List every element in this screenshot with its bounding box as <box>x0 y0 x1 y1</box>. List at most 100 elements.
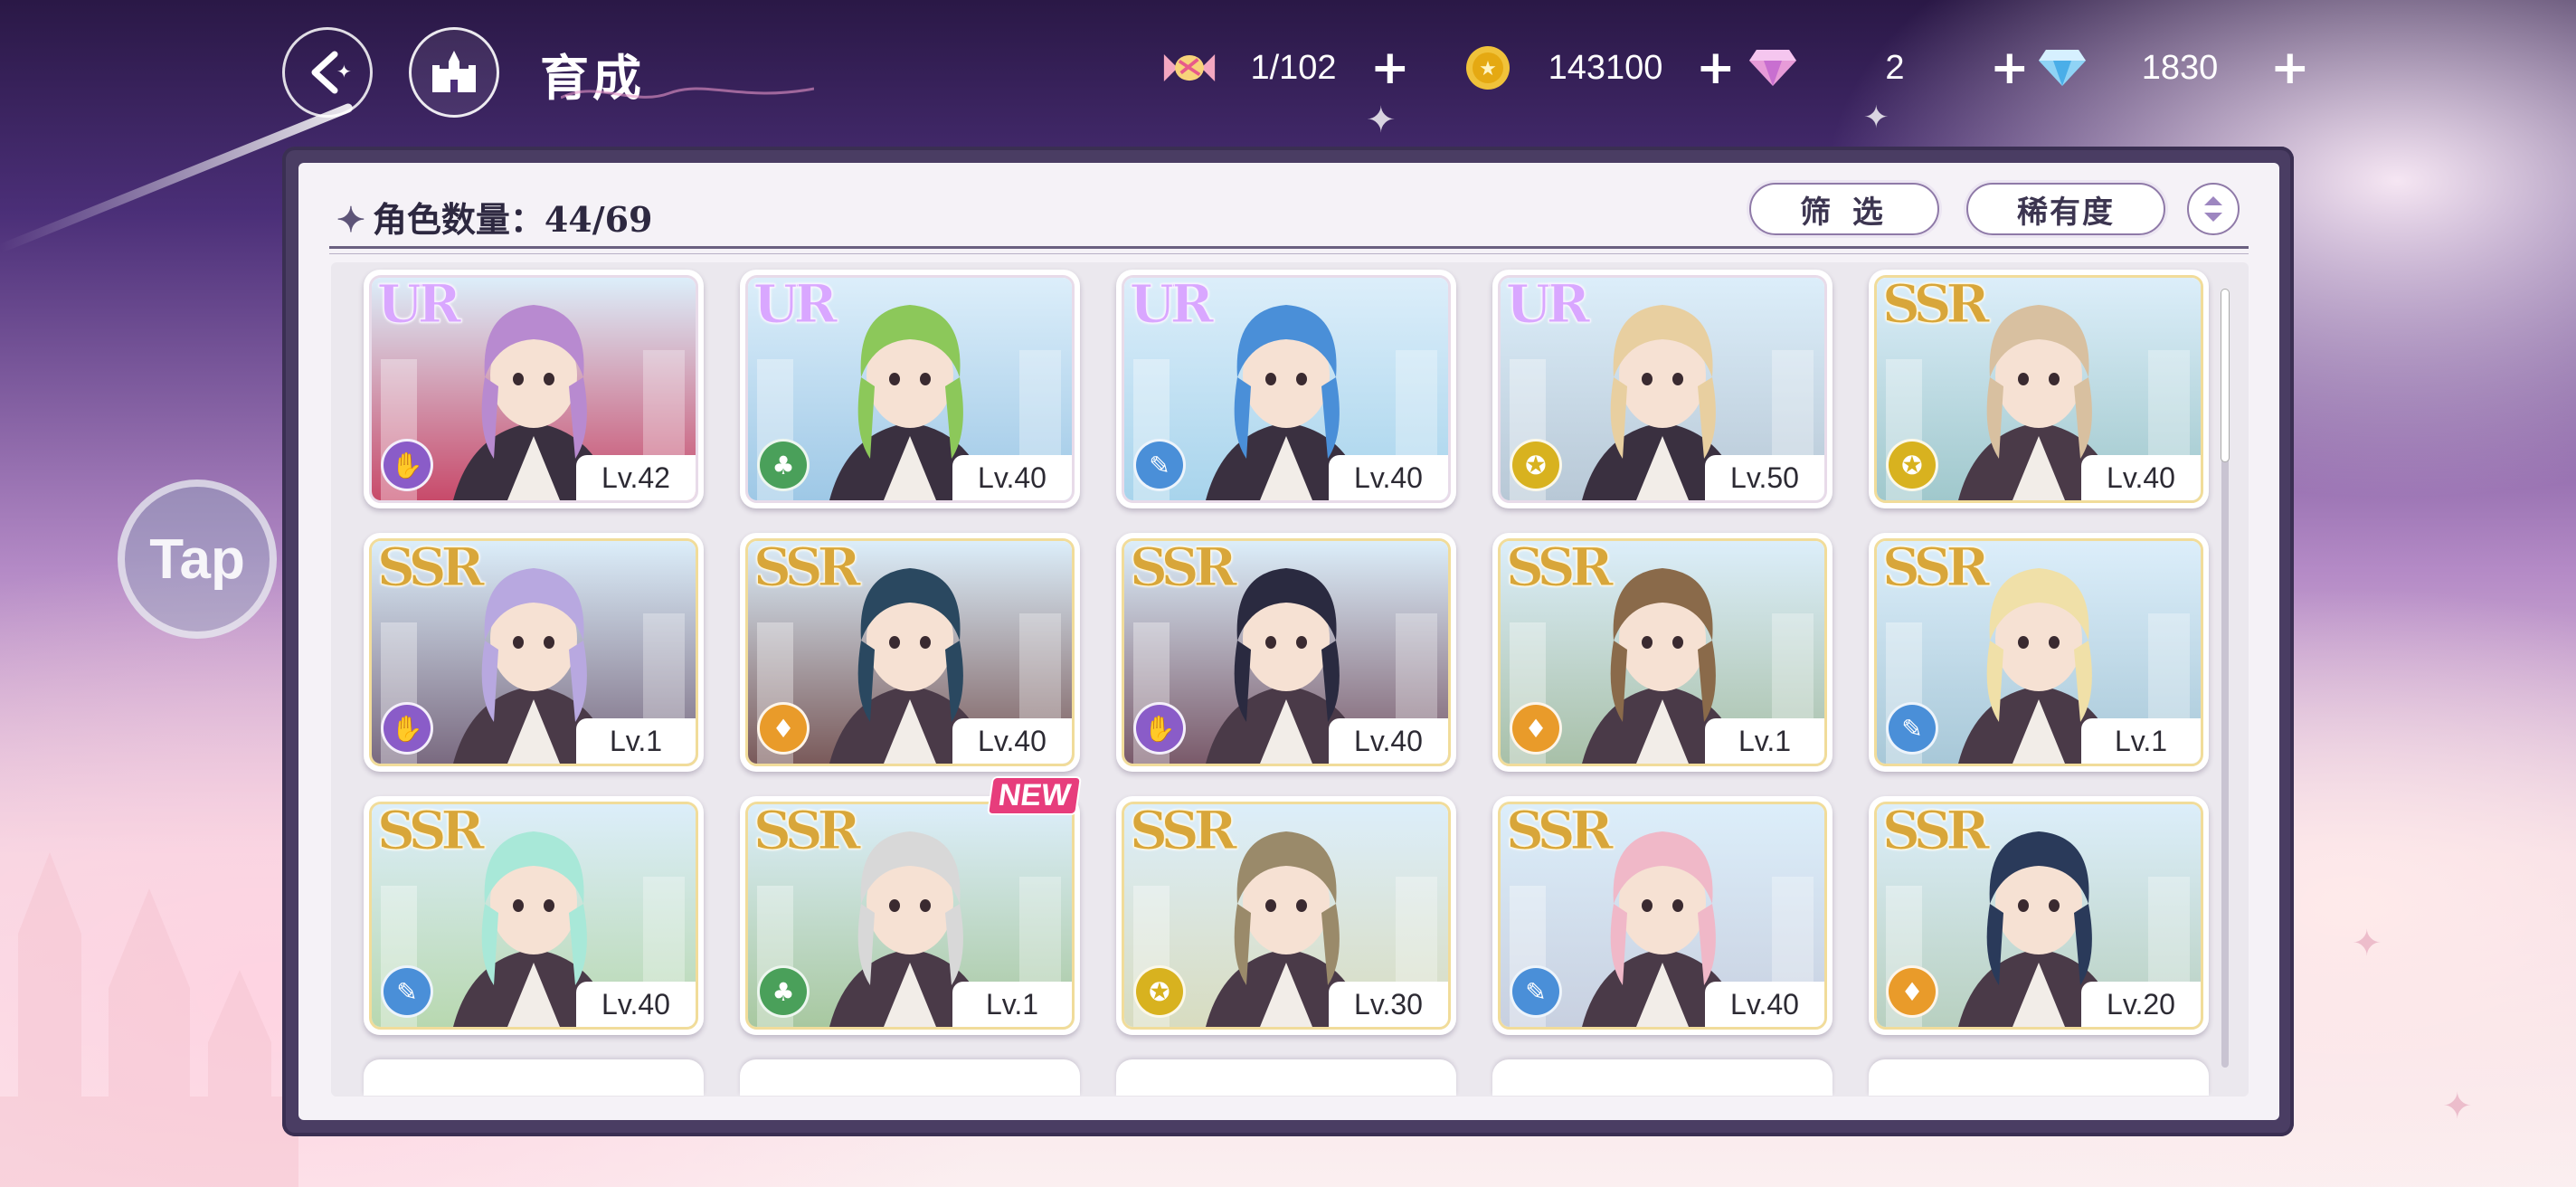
class-icon: ✎ <box>381 965 433 1018</box>
class-glyph-icon: ♣ <box>772 976 795 1007</box>
character-card-frame: SSR ✋ Lv.40 <box>1122 538 1451 766</box>
back-button[interactable]: ✦ <box>282 27 373 118</box>
add-candy-button[interactable]: + <box>1370 44 1410 91</box>
rarity-badge: SSR <box>1882 275 1991 335</box>
character-card[interactable]: SSR ♣ Lv.1 <box>740 796 1080 1035</box>
rarity-badge: SSR <box>1882 538 1991 598</box>
home-button[interactable] <box>409 27 499 118</box>
gold-resource: ★ 143100 + <box>1461 36 1736 100</box>
character-level: Lv.40 <box>952 718 1072 764</box>
character-card-partial[interactable] <box>364 1059 704 1096</box>
character-card[interactable]: UR ✋ Lv.42 <box>364 270 704 508</box>
class-icon: ♦ <box>1886 965 1938 1018</box>
character-level: Lv.20 <box>2081 982 2201 1027</box>
castle-home-icon <box>432 51 476 92</box>
rarity-badge: UR <box>1506 275 1591 335</box>
character-card-frame: UR ✪ Lv.50 <box>1498 275 1827 503</box>
class-glyph-icon: ♣ <box>772 450 795 480</box>
character-card-frame: SSR ✋ Lv.1 <box>369 538 698 766</box>
sort-order-button[interactable] <box>2187 183 2240 235</box>
character-count: ✦ 角色数量：44/69 <box>336 199 653 240</box>
back-arrow-icon: ✦ <box>311 51 352 94</box>
class-icon: ✎ <box>1133 439 1186 491</box>
add-diamond-button[interactable]: + <box>2270 44 2310 91</box>
character-card[interactable]: SSR ✎ Lv.40 <box>364 796 704 1035</box>
character-card-frame: SSR ✪ Lv.40 <box>1874 275 2203 503</box>
scroll-thumb[interactable] <box>2221 290 2229 461</box>
character-card[interactable]: UR ♣ Lv.40 <box>740 270 1080 508</box>
character-card[interactable]: SSR ✪ Lv.30 <box>1116 796 1456 1035</box>
character-level: Lv.40 <box>1329 718 1448 764</box>
character-card-partial[interactable] <box>1492 1059 1833 1096</box>
character-card[interactable]: SSR ✎ Lv.40 <box>1492 796 1833 1035</box>
class-glyph-icon: ✪ <box>1901 450 1923 480</box>
character-level: Lv.40 <box>2081 455 2201 500</box>
new-badge: NEW <box>986 776 1083 815</box>
character-card[interactable]: SSR ♦ Lv.1 <box>1492 533 1833 772</box>
character-grid: UR ✋ Lv.42 UR ♣ Lv.40 UR ✎ Lv.40 UR ✪ Lv.50 SSR ✪ Lv.4… <box>331 262 2249 1097</box>
rarity-sort-button[interactable]: 稀有度 <box>1966 183 2165 235</box>
character-card[interactable]: SSR ♦ Lv.40 <box>740 533 1080 772</box>
character-card-partial[interactable] <box>1869 1059 2209 1096</box>
class-icon: ♦ <box>757 702 810 755</box>
character-level: Lv.40 <box>1705 982 1824 1027</box>
class-glyph-icon: ♦ <box>772 713 795 744</box>
candy-resource: 1/102 + <box>1162 36 1410 100</box>
add-pink-gem-button[interactable]: + <box>1990 44 2030 91</box>
class-glyph-icon: ✎ <box>1525 976 1547 1007</box>
character-card-partial[interactable] <box>1116 1059 1456 1096</box>
svg-text:✦: ✦ <box>336 61 352 82</box>
character-card[interactable]: SSR ✋ Lv.40 <box>1116 533 1456 772</box>
character-card-frame: SSR ♦ Lv.20 <box>1874 802 2203 1030</box>
tap-button[interactable]: Tap <box>118 480 277 639</box>
character-card[interactable]: SSR ✪ Lv.40 <box>1869 270 2209 508</box>
character-card-frame: SSR ✪ Lv.30 <box>1122 802 1451 1030</box>
character-card-frame: UR ♣ Lv.40 <box>745 275 1075 503</box>
class-icon: ✎ <box>1510 965 1562 1018</box>
character-card[interactable]: UR ✪ Lv.50 <box>1492 270 1833 508</box>
character-card-frame: SSR ✎ Lv.40 <box>1498 802 1827 1030</box>
header-divider <box>329 253 2249 254</box>
character-card-partial[interactable] <box>740 1059 1080 1096</box>
scrollbar[interactable] <box>2221 290 2229 1068</box>
class-glyph-icon: ✎ <box>396 976 418 1007</box>
sparkle-icon: ✦ <box>2352 923 2382 964</box>
star-icon: ✦ <box>336 199 365 240</box>
svg-text:★: ★ <box>1479 58 1497 81</box>
rarity-badge: SSR <box>753 538 862 598</box>
character-level: Lv.1 <box>576 718 696 764</box>
character-panel: ✦ 角色数量：44/69 筛 选 稀有度 UR ✋ Lv.42 UR ♣ Lv.40 UR ✎ L… <box>298 163 2279 1120</box>
character-level: Lv.42 <box>576 455 696 500</box>
class-glyph-icon: ♦ <box>1524 713 1548 744</box>
character-card-frame: UR ✎ Lv.40 <box>1122 275 1451 503</box>
character-level: Lv.40 <box>1329 455 1448 500</box>
rarity-badge: SSR <box>753 802 862 861</box>
class-icon: ✪ <box>1510 439 1562 491</box>
header-divider <box>329 246 2249 249</box>
filter-button[interactable]: 筛 选 <box>1749 183 1939 235</box>
character-card[interactable]: SSR ✎ Lv.1 <box>1869 533 2209 772</box>
add-gold-button[interactable]: + <box>1696 44 1736 91</box>
character-card-frame: SSR ♣ Lv.1 <box>745 802 1075 1030</box>
character-card-frame: UR ✋ Lv.42 <box>369 275 698 503</box>
character-level: Lv.30 <box>1329 982 1448 1027</box>
class-icon: ✪ <box>1886 439 1938 491</box>
character-card[interactable]: UR ✎ Lv.40 <box>1116 270 1456 508</box>
character-card[interactable]: SSR ✋ Lv.1 <box>364 533 704 772</box>
character-level: Lv.40 <box>952 455 1072 500</box>
rarity-badge: SSR <box>1506 802 1615 861</box>
character-card[interactable]: SSR ♦ Lv.20 <box>1869 796 2209 1035</box>
class-icon: ♣ <box>757 439 810 491</box>
class-icon: ♦ <box>1510 702 1562 755</box>
character-card-frame: SSR ♦ Lv.40 <box>745 538 1075 766</box>
class-icon: ✋ <box>381 439 433 491</box>
class-glyph-icon: ✎ <box>1149 450 1170 480</box>
class-glyph-icon: ✋ <box>1143 713 1176 744</box>
sort-order-icon <box>2204 196 2222 222</box>
class-icon: ✋ <box>381 702 433 755</box>
character-card-frame: SSR ♦ Lv.1 <box>1498 538 1827 766</box>
title-flourish-decoration <box>561 87 814 100</box>
rarity-badge: UR <box>377 275 462 335</box>
character-level: Lv.40 <box>576 982 696 1027</box>
pink-gem-resource: 2 + <box>1746 36 2030 100</box>
